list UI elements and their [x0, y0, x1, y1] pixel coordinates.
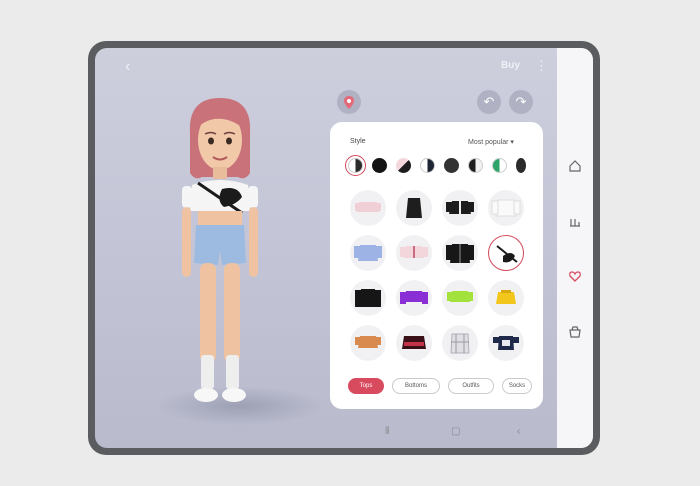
color-swatch-2[interactable] — [372, 158, 387, 173]
color-swatch-7[interactable] — [492, 158, 507, 173]
pin-icon — [344, 96, 354, 109]
item-pink-cardigan[interactable] — [396, 235, 432, 271]
item-white-sweater[interactable] — [488, 190, 524, 226]
home-button[interactable]: ▢ — [451, 426, 460, 437]
recent-apps-button[interactable]: ⦀ — [385, 426, 389, 437]
heart-icon[interactable] — [567, 268, 583, 284]
color-swatch-4[interactable] — [420, 158, 435, 173]
item-black-tank[interactable] — [396, 190, 432, 226]
item-neon-green-top[interactable] — [442, 280, 478, 316]
item-black-long-sleeve[interactable] — [350, 280, 386, 316]
item-purple-crop-top[interactable] — [396, 280, 432, 316]
right-sidebar — [557, 48, 593, 448]
category-socks[interactable]: Socks — [502, 378, 532, 394]
item-blue-blouse[interactable] — [350, 235, 386, 271]
category-outfits[interactable]: Outfits — [448, 378, 494, 394]
redo-button[interactable]: ↷ — [509, 90, 533, 114]
item-black-leather-jacket[interactable] — [442, 235, 478, 271]
item-yellow-top[interactable] — [488, 280, 524, 316]
store-icon[interactable] — [567, 324, 583, 340]
item-crossbody-bag-selected[interactable] — [488, 235, 524, 271]
home-icon[interactable] — [567, 158, 583, 174]
color-swatch-3[interactable] — [396, 158, 411, 173]
back-button[interactable]: ‹ — [125, 58, 130, 76]
item-orange-crop-top[interactable] — [350, 325, 386, 361]
item-navy-graphic-tee[interactable] — [488, 325, 524, 361]
avatar-figure[interactable] — [170, 93, 270, 413]
item-pink-crop-top[interactable] — [350, 190, 386, 226]
app-screen: ‹ Buy ⋮ ↶ ↷ Style Most popular ▾ Tops Bo… — [95, 48, 593, 448]
more-menu-button[interactable]: ⋮ — [535, 58, 548, 74]
sort-dropdown[interactable]: Most popular ▾ — [468, 138, 514, 146]
category-bottoms[interactable]: Bottoms — [392, 378, 440, 394]
nav-back-button[interactable]: ‹ — [517, 426, 520, 437]
item-burgundy-bomber[interactable] — [396, 325, 432, 361]
style-panel: Style Most popular ▾ Tops Bottoms Outfit… — [330, 122, 543, 409]
buy-button[interactable]: Buy — [501, 60, 520, 71]
category-tops[interactable]: Tops — [348, 378, 384, 394]
item-black-jacket-short[interactable] — [442, 190, 478, 226]
color-swatch-5[interactable] — [444, 158, 459, 173]
location-pin-button[interactable] — [337, 90, 361, 114]
color-swatch-8[interactable] — [516, 158, 526, 173]
hanger-icon[interactable] — [567, 214, 583, 230]
panel-title: Style — [350, 138, 366, 145]
color-swatch-6[interactable] — [468, 158, 483, 173]
undo-button[interactable]: ↶ — [477, 90, 501, 114]
item-grey-plaid-shirt[interactable] — [442, 325, 478, 361]
color-swatch-1[interactable] — [345, 155, 366, 176]
